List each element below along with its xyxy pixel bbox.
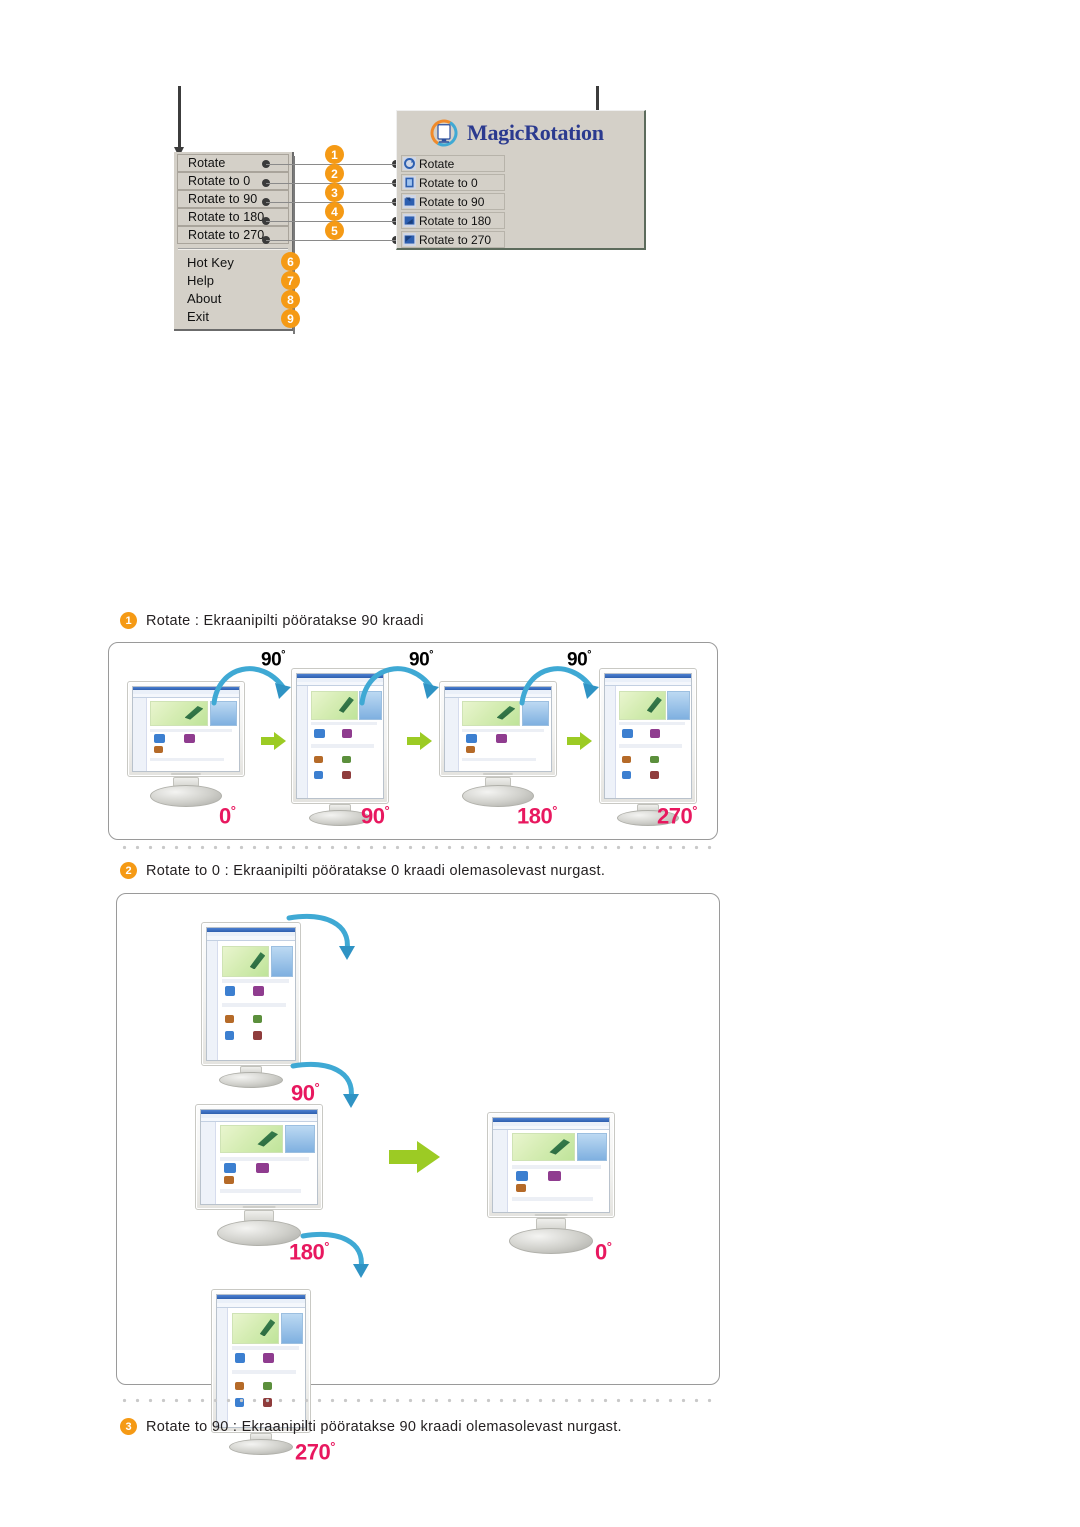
magicrotation-item-label: Rotate to 270: [419, 232, 492, 247]
magicrotation-item-rotate-to-0[interactable]: Rotate to 0: [401, 174, 505, 191]
rotation-arc-icon: [519, 666, 599, 706]
section-2-badge: 2: [120, 862, 137, 879]
rotation-sequence-panel: 90° 90° 90° 0° 90° 180° 270°: [108, 642, 718, 840]
rotate-to-180-icon: [403, 214, 416, 227]
step-arrow-icon: [261, 732, 286, 750]
callout-line: [266, 240, 396, 241]
context-menu-item-label: Rotate to 270: [188, 228, 265, 242]
section-1-caption: 1 Rotate : Ekraanipilti pööratakse 90 kr…: [120, 612, 424, 629]
step-arrow-icon: [567, 732, 592, 750]
pointer-arrow-to-context-menu: [174, 86, 184, 157]
rotate-to-zero-panel: 90° 180° 270° 0°: [116, 893, 720, 1464]
context-menu-item-rotate-to-90[interactable]: Rotate to 90: [177, 190, 289, 208]
section-3-caption-text: Rotate to 90 : Ekraanipilti pööratakse 9…: [146, 1418, 622, 1435]
magicrotation-menu-list: Rotate Rotate to 0 Rotate to 90 Rotate t…: [397, 155, 644, 248]
magicrotation-item-rotate-to-180[interactable]: Rotate to 180: [401, 212, 505, 229]
rotate-to-0-icon: [403, 176, 416, 189]
angle-label-0: 0°: [219, 803, 236, 829]
section-separator-1: [118, 845, 718, 850]
magicrotation-window[interactable]: MagicRotation Rotate Rotate to 0 Rotate …: [396, 110, 646, 250]
section-2-caption: 2 Rotate to 0 : Ekraanipilti pööratakse …: [120, 862, 605, 879]
magicrotation-header: MagicRotation: [397, 111, 644, 155]
magicrotation-item-label: Rotate to 0: [419, 175, 478, 190]
monitor-screen-content: [493, 1118, 609, 1212]
section-3-caption: 3 Rotate to 90 : Ekraanipilti pööratakse…: [120, 1418, 622, 1435]
context-menu-item-rotate-to-270[interactable]: Rotate to 270: [177, 226, 289, 244]
context-menu-item-rotate[interactable]: Rotate: [177, 154, 289, 172]
context-menu-item-help[interactable]: Help: [177, 272, 289, 290]
section-1-caption-text: Rotate : Ekraanipilti pööratakse 90 kraa…: [146, 612, 424, 629]
callout-badge-4: 4: [325, 202, 344, 221]
context-menu-item-label: Exit: [187, 309, 210, 324]
context-menu-item-label: Rotate: [188, 156, 226, 170]
monitor-screen-content: [217, 1295, 305, 1427]
rotation-arc-icon: [211, 666, 291, 706]
callout-badge-5: 5: [325, 221, 344, 240]
magicrotation-monitor-logo-icon: [430, 119, 458, 147]
target-monitor-0deg: [487, 1112, 615, 1254]
callout-badge-2: 2: [325, 164, 344, 183]
context-menu-item-label: Rotate to 0: [188, 174, 251, 188]
magicrotation-item-rotate[interactable]: Rotate: [401, 155, 505, 172]
monitor-screen-content: [201, 1110, 317, 1204]
magicrotation-item-label: Rotate to 90: [419, 194, 485, 209]
section-3-badge: 3: [120, 1418, 137, 1435]
page-root: Rotate Rotate to 0 Rotate to 90 Rotate t…: [0, 0, 1080, 1527]
source-monitor-180deg: [195, 1104, 323, 1246]
section-1-badge: 1: [120, 612, 137, 629]
magicrotation-item-label: Rotate to 180: [419, 213, 492, 228]
step-arrow-icon: [407, 732, 432, 750]
rotate-icon: [403, 157, 416, 170]
apply-arrow-icon: [389, 1141, 440, 1173]
callout-badge-3: 3: [325, 183, 344, 202]
context-menu-item-rotate-to-180[interactable]: Rotate to 180: [177, 208, 289, 226]
rotate-to-270-icon: [403, 233, 416, 246]
arc-label-90-b: 90°: [409, 649, 434, 671]
monitor-screen-content: [207, 928, 295, 1060]
arc-label-90-c: 90°: [567, 649, 592, 671]
rotation-arc-icon: [286, 914, 355, 960]
context-menu-item-label: Help: [187, 273, 215, 288]
magicrotation-item-label: Rotate: [419, 156, 455, 171]
callout-badge-6: 6: [281, 252, 300, 271]
angle-label-90: 90°: [361, 803, 390, 829]
monitor-270deg: [599, 668, 697, 826]
callout-badge-7: 7: [281, 271, 300, 290]
source-monitor-270deg: [211, 1289, 311, 1455]
context-menu-separator: [178, 248, 288, 250]
section-2-caption-text: Rotate to 0 : Ekraanipilti pööratakse 0 …: [146, 862, 606, 879]
angle-label-180: 180°: [289, 1239, 329, 1265]
context-menu-item-exit[interactable]: Exit: [177, 308, 289, 326]
callout-badge-9: 9: [281, 309, 300, 328]
angle-label-270: 270°: [657, 803, 697, 829]
monitor-screen-content: [605, 674, 691, 798]
context-menu-item-rotate-to-0[interactable]: Rotate to 0: [177, 172, 289, 190]
callout-badge-8: 8: [281, 290, 300, 309]
top-diagram: Rotate Rotate to 0 Rotate to 90 Rotate t…: [0, 0, 1080, 360]
magicrotation-title: MagicRotation: [467, 120, 604, 145]
arc-label-90-a: 90°: [261, 649, 286, 671]
rotation-arc-icon: [359, 666, 439, 706]
angle-label-270: 270°: [295, 1439, 335, 1465]
context-menu-item-label: Hot Key: [187, 255, 234, 270]
section-separator-2: [118, 1398, 718, 1403]
rotate-to-90-icon: [403, 195, 416, 208]
context-menu-item-label: About: [187, 291, 222, 306]
context-menu[interactable]: Rotate Rotate to 0 Rotate to 90 Rotate t…: [174, 152, 294, 331]
angle-label-0: 0°: [595, 1239, 612, 1265]
magicrotation-item-rotate-to-270[interactable]: Rotate to 270: [401, 231, 505, 248]
context-menu-item-hot-key[interactable]: Hot Key: [177, 254, 289, 272]
context-menu-item-about[interactable]: About: [177, 290, 289, 308]
angle-label-90: 90°: [291, 1080, 320, 1106]
callout-badge-1: 1: [325, 145, 344, 164]
context-menu-item-label: Rotate to 180: [188, 210, 265, 224]
angle-label-180: 180°: [517, 803, 557, 829]
context-menu-item-label: Rotate to 90: [188, 192, 258, 206]
magicrotation-item-rotate-to-90[interactable]: Rotate to 90: [401, 193, 505, 210]
